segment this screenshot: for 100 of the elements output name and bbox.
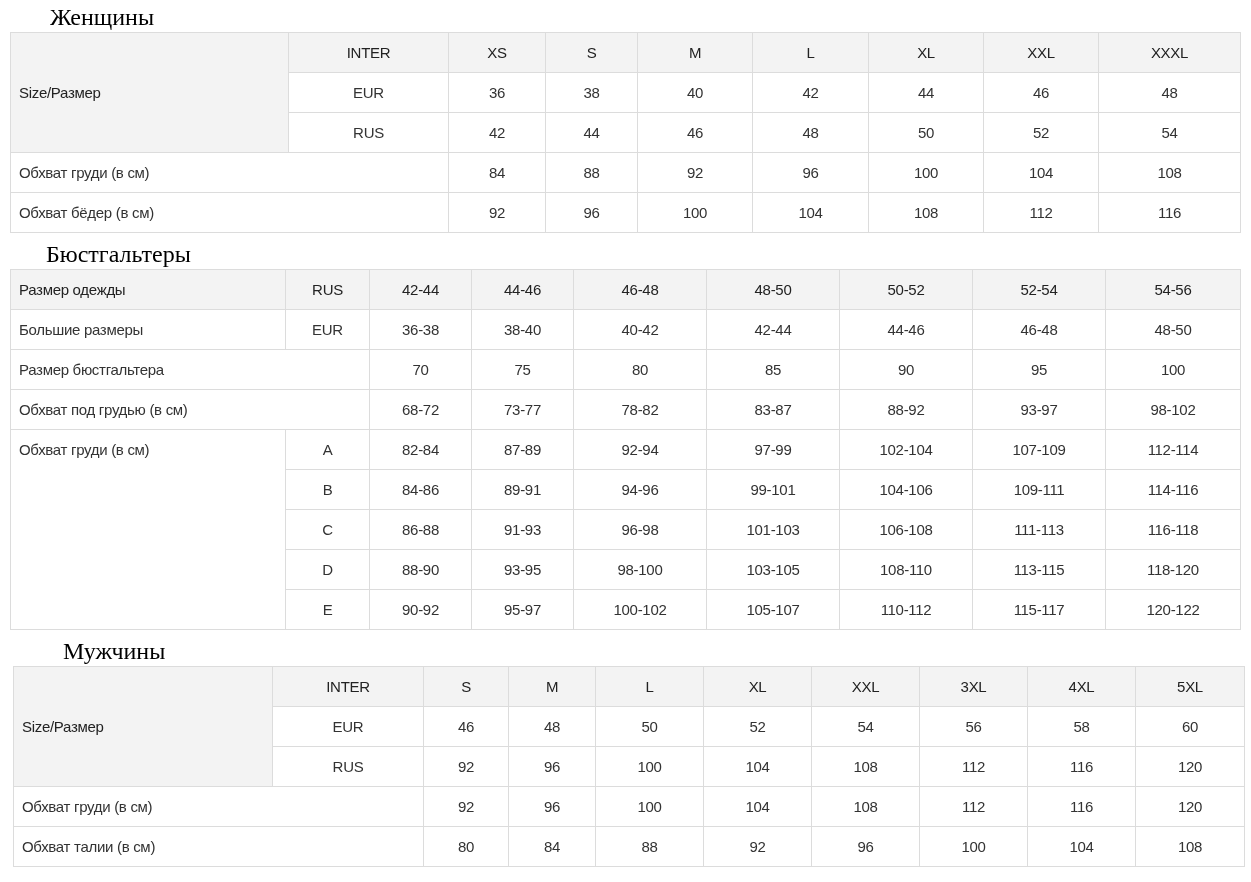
size-system-label: E	[285, 589, 370, 630]
size-cell: 98-102	[1105, 389, 1241, 430]
size-cell: XXL	[811, 666, 920, 707]
size-cell: 112	[983, 192, 1099, 233]
row-label: Обхват груди (в см)	[13, 786, 424, 827]
size-cell: 90-92	[369, 589, 472, 630]
size-cell: 114-116	[1105, 469, 1241, 510]
size-cell: 60	[1135, 706, 1245, 747]
size-cell: 100	[868, 152, 984, 193]
size-cell: 78-82	[573, 389, 707, 430]
size-cell: 44-46	[471, 269, 574, 310]
size-cell: 91-93	[471, 509, 574, 550]
size-cell: 48	[752, 112, 869, 153]
row-label: Обхват бёдер (в см)	[10, 192, 449, 233]
row-label: Обхват груди (в см)	[10, 152, 449, 193]
size-cell: 104	[1027, 826, 1136, 867]
size-cell: 68-72	[369, 389, 472, 430]
size-cell: 80	[573, 349, 707, 390]
size-cell: 46	[983, 72, 1099, 113]
size-cell: 106-108	[839, 509, 973, 550]
size-cell: 36	[448, 72, 546, 113]
size-cell: 100	[595, 746, 704, 787]
size-cell: 94-96	[573, 469, 707, 510]
size-cell: 48-50	[706, 269, 840, 310]
section-title: Бюстгальтеры	[45, 240, 192, 269]
size-system-label: A	[285, 429, 370, 470]
size-cell: 46	[637, 112, 753, 153]
size-cell: S	[545, 32, 638, 73]
size-cell: 44	[868, 72, 984, 113]
size-cell: 108	[811, 786, 920, 827]
size-cell: 89-91	[471, 469, 574, 510]
size-cell: 85	[706, 349, 840, 390]
size-cell: 58	[1027, 706, 1136, 747]
size-cell: 100	[637, 192, 753, 233]
size-cell: 95-97	[471, 589, 574, 630]
size-cell: 42	[448, 112, 546, 153]
size-cell: 70	[369, 349, 472, 390]
size-cell: 87-89	[471, 429, 574, 470]
size-cell: 118-120	[1105, 549, 1241, 590]
size-cell: 54	[811, 706, 920, 747]
size-cell: 48	[508, 706, 596, 747]
size-cell: 97-99	[706, 429, 840, 470]
size-cell: 103-105	[706, 549, 840, 590]
size-cell: 84	[508, 826, 596, 867]
size-cell: L	[752, 32, 869, 73]
size-cell: 104	[703, 746, 812, 787]
size-system-label: EUR	[288, 72, 449, 113]
row-label: Size/Размер	[13, 666, 273, 787]
size-cell: M	[637, 32, 753, 73]
size-cell: 116-118	[1105, 509, 1241, 550]
size-cell: 101-103	[706, 509, 840, 550]
size-cell: 108	[811, 746, 920, 787]
size-cell: 108	[1098, 152, 1241, 193]
size-system-label: EUR	[272, 706, 424, 747]
size-cell: 50	[595, 706, 704, 747]
size-cell: 112-114	[1105, 429, 1241, 470]
size-cell: 88	[545, 152, 638, 193]
section-title: Женщины	[49, 3, 156, 32]
size-cell: 44	[545, 112, 638, 153]
size-cell: 84-86	[369, 469, 472, 510]
size-cell: 73-77	[471, 389, 574, 430]
size-cell: 108	[1135, 826, 1245, 867]
size-cell: 46-48	[573, 269, 707, 310]
size-system-label: D	[285, 549, 370, 590]
size-cell: 107-109	[972, 429, 1106, 470]
size-cell: XXL	[983, 32, 1099, 73]
row-label: Размер одежды	[10, 269, 286, 310]
size-cell: 44-46	[839, 309, 973, 350]
size-system-label: INTER	[288, 32, 449, 73]
size-system-label: RUS	[288, 112, 449, 153]
size-cell: 104	[983, 152, 1099, 193]
size-system-label: INTER	[272, 666, 424, 707]
size-cell: 104	[703, 786, 812, 827]
size-cell: 116	[1027, 746, 1136, 787]
size-cell: 98-100	[573, 549, 707, 590]
size-cell: 46	[423, 706, 509, 747]
row-label: Обхват талии (в см)	[13, 826, 424, 867]
size-system-label: RUS	[285, 269, 370, 310]
size-cell: 95	[972, 349, 1106, 390]
size-system-label: EUR	[285, 309, 370, 350]
size-cell: 104-106	[839, 469, 973, 510]
size-cell: 92-94	[573, 429, 707, 470]
size-cell: 99-101	[706, 469, 840, 510]
size-cell: 115-117	[972, 589, 1106, 630]
size-cell: 3XL	[919, 666, 1028, 707]
size-cell: 120	[1135, 746, 1245, 787]
size-cell: 86-88	[369, 509, 472, 550]
size-cell: 105-107	[706, 589, 840, 630]
size-cell: 110-112	[839, 589, 973, 630]
size-cell: 88-92	[839, 389, 973, 430]
size-cell: 100	[595, 786, 704, 827]
size-cell: 96	[545, 192, 638, 233]
size-cell: 96	[752, 152, 869, 193]
size-cell: 111-113	[972, 509, 1106, 550]
size-cell: 92	[448, 192, 546, 233]
row-label: Размер бюстгальтера	[10, 349, 370, 390]
size-cell: 92	[423, 746, 509, 787]
size-cell: 104	[752, 192, 869, 233]
size-cell: 4XL	[1027, 666, 1136, 707]
size-cell: XS	[448, 32, 546, 73]
